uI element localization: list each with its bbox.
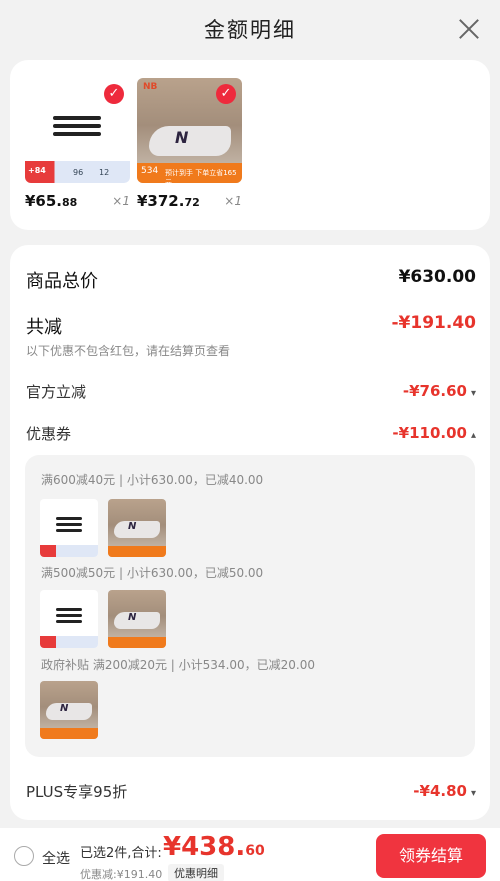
total-amount: ¥438.60 [163, 832, 265, 862]
plus-value-wrap[interactable]: -¥4.80 ▾ [413, 781, 476, 800]
total-value: ¥630.00 [398, 267, 476, 287]
check-icon[interactable]: ✓ [104, 84, 124, 104]
coupon-text: 满500减50元 | 小计630.00，已减50.00 [41, 566, 264, 580]
product-item[interactable]: NB N 534 预计到手 下单立省165元 ✓ ¥372.72 ×1 [137, 78, 242, 210]
product-item[interactable]: +84 96 12 ✓ ¥65.88 ×1 [25, 78, 130, 210]
price-main: ¥372. [137, 192, 185, 210]
product-price: ¥372.72 [137, 192, 200, 210]
total-label: 商品总价 [26, 271, 98, 292]
total-main: ¥438. [163, 832, 246, 862]
strip-number: 12 [99, 168, 110, 177]
checkout-button[interactable]: 领券结算 [376, 834, 486, 878]
strip-price: 534 [141, 166, 159, 176]
price-details: 商品总价 ¥630.00 共减 -¥191.40 以下优惠不包含红包，请在结算页… [10, 245, 490, 820]
discount-detail-button[interactable]: 优惠明细 [168, 864, 224, 881]
price-main: ¥65. [25, 192, 63, 210]
check-icon[interactable]: ✓ [216, 84, 236, 104]
select-all-label[interactable]: 全选 [42, 848, 70, 868]
product-qty: ×1 [224, 194, 242, 208]
total-cents: 60 [245, 843, 265, 859]
price-cents: 88 [62, 196, 78, 209]
header: 金额明细 [0, 0, 500, 58]
reduce-note: 以下优惠不包含红包，请在结算页查看 [26, 344, 231, 358]
price-cents: 72 [184, 196, 200, 209]
product-price: ¥65.88 [25, 192, 77, 210]
coupon-value-wrap[interactable]: -¥110.00 ▴ [392, 423, 476, 442]
price-row: ¥372.72 ×1 [137, 192, 242, 214]
chevron-up-icon[interactable]: ▴ [471, 430, 476, 441]
brand-logo-icon: N [175, 128, 189, 147]
chevron-down-icon[interactable]: ▾ [471, 388, 476, 399]
page-title: 金额明细 [204, 18, 296, 42]
shoe-shape [149, 126, 231, 156]
official-label: 官方立减 [26, 383, 87, 401]
reduce-label: 共减 [26, 317, 62, 338]
coupon-product-image [40, 499, 98, 557]
reduce-value: -¥191.40 [391, 313, 477, 333]
coupon-text: 政府补贴 满200减20元 | 小计534.00，已减20.00 [41, 658, 316, 672]
chevron-down-icon[interactable]: ▾ [471, 788, 476, 799]
strip-price: +84 [28, 166, 46, 175]
plus-value: -¥4.80 [413, 782, 467, 800]
promo-strip: 534 预计到手 下单立省165元 [137, 163, 242, 183]
coupon-detail-panel: 满600减40元 | 小计630.00，已减40.00 N 满500减50元 |… [25, 455, 475, 757]
radio-icon[interactable] [14, 846, 34, 866]
strip-number: 96 [73, 168, 84, 177]
close-icon[interactable] [458, 18, 480, 40]
selected-products: +84 96 12 ✓ ¥65.88 ×1 NB N 534 预计到手 下单立省… [10, 60, 490, 230]
strip-text: 预计到手 下单立省165元 [165, 169, 237, 183]
price-row: ¥65.88 ×1 [25, 192, 130, 214]
coupon-product-image: N [108, 499, 166, 557]
product-bars [53, 116, 101, 140]
coupon-value: -¥110.00 [392, 424, 467, 442]
official-value: -¥76.60 [402, 382, 467, 400]
selection-summary: 已选2件,合计: [80, 846, 162, 861]
coupon-product-image: N [108, 590, 166, 648]
coupon-product-image [40, 590, 98, 648]
product-image[interactable]: +84 96 12 ✓ [25, 78, 130, 183]
plus-label: PLUS专享95折 [26, 783, 128, 801]
brand-badge: NB [143, 82, 158, 92]
bottom-bar: 全选 已选2件,合计: ¥438.60 优惠减:¥191.40 优惠明细 领券结… [0, 828, 500, 881]
coupon-product-image: N [40, 681, 98, 739]
product-image[interactable]: NB N 534 预计到手 下单立省165元 ✓ [137, 78, 242, 183]
product-qty: ×1 [112, 194, 130, 208]
official-value-wrap[interactable]: -¥76.60 ▾ [403, 381, 476, 400]
discount-summary: 优惠减:¥191.40 [80, 868, 163, 881]
coupon-text: 满600减40元 | 小计630.00，已减40.00 [41, 473, 264, 487]
promo-strip: +84 96 12 [25, 161, 130, 183]
coupon-label: 优惠券 [26, 425, 72, 443]
